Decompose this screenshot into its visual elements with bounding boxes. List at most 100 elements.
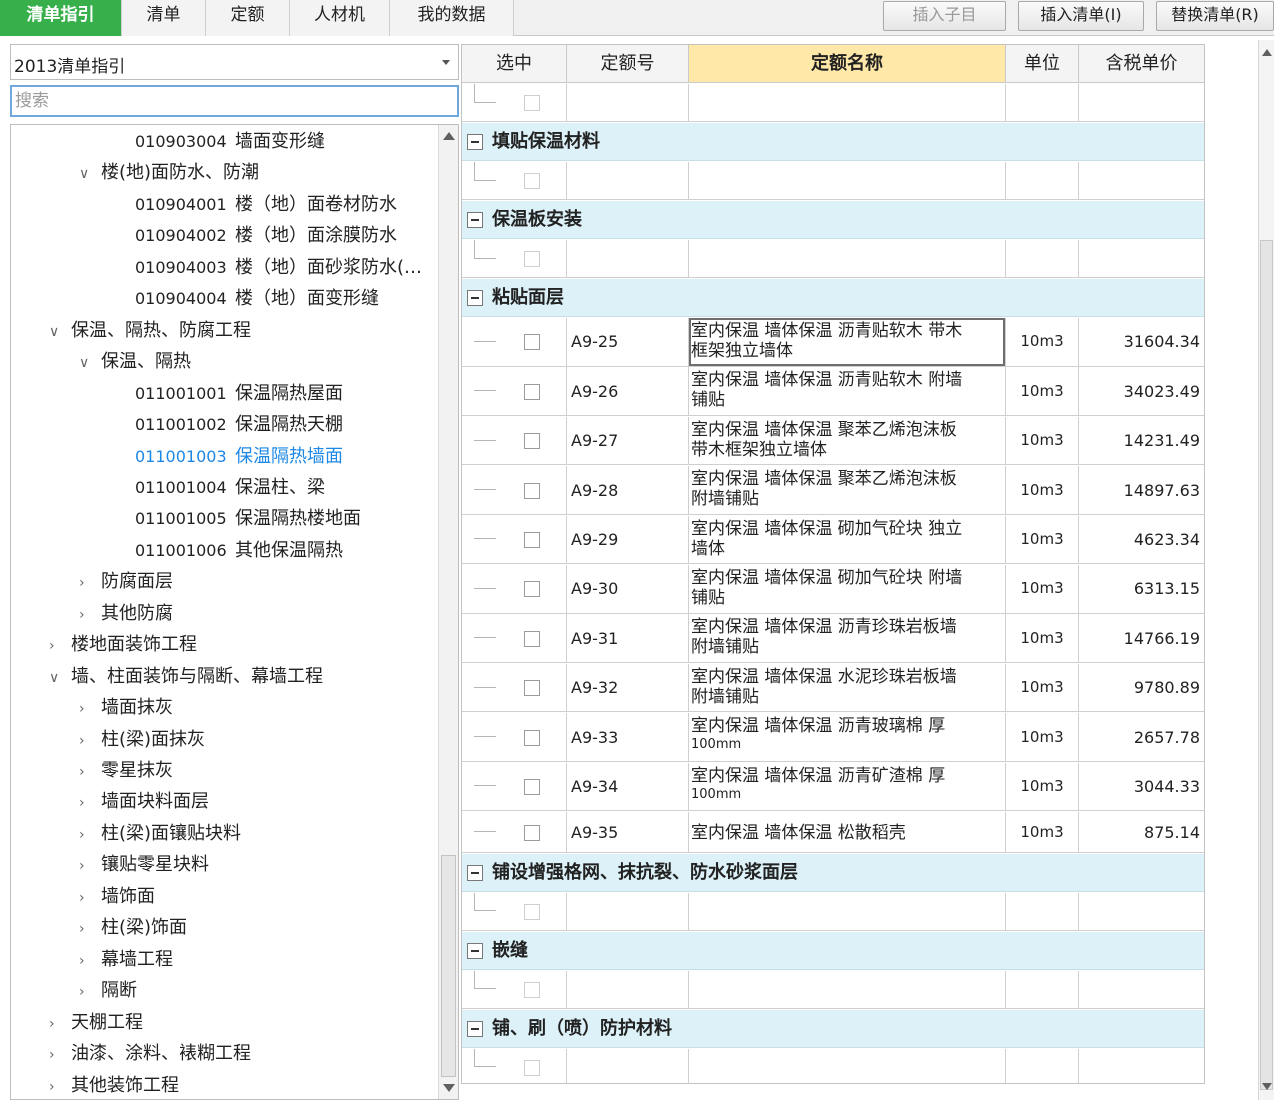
chevron-down-icon[interactable]: ∨ (49, 317, 71, 347)
table-row[interactable]: A9-32 室内保温 墙体保温 水泥珍珠岩板墙 附墙铺贴 10m3 9780.89 (462, 663, 1204, 713)
chevron-right-icon[interactable]: › (79, 977, 101, 1007)
tree-node[interactable]: 010904003 楼（地）面砂浆防水(… (135, 253, 422, 283)
select-checkbox[interactable] (524, 981, 540, 998)
price-cell[interactable]: 6313.15 (1079, 565, 1204, 614)
select-checkbox[interactable] (524, 173, 540, 189)
code-cell[interactable]: A9-29 (567, 515, 689, 565)
chevron-right-icon[interactable]: › (79, 757, 101, 787)
code-cell[interactable] (567, 892, 689, 931)
chevron-right-icon[interactable]: › (79, 694, 101, 724)
select-cell[interactable] (462, 762, 567, 812)
chevron-right-icon[interactable]: › (79, 820, 101, 850)
price-cell[interactable] (1079, 162, 1204, 200)
tree-node[interactable]: 010904002 楼（地）面涂膜防水 (135, 221, 397, 251)
tree-node[interactable]: › 墙面抹灰 (79, 693, 173, 723)
tree-node[interactable]: › 楼地面装饰工程 (49, 630, 197, 660)
name-cell[interactable]: 室内保温 墙体保温 砌加气砼块 独立 墙体 (689, 515, 1006, 565)
unit-cell[interactable]: 10m3 (1006, 812, 1079, 853)
tree-node[interactable]: › 其他防腐 (79, 599, 173, 629)
tree-node[interactable]: ∨ 墙、柱面装饰与隔断、幕墙工程 (49, 662, 323, 692)
name-cell[interactable] (689, 240, 1006, 278)
tree-scrollbar[interactable] (438, 125, 458, 1099)
tab-labor-material-machine[interactable]: 人材机 (290, 0, 390, 36)
table-row[interactable]: A9-35 室内保温 墙体保温 松散稻壳 10m3 875.14 (462, 812, 1204, 853)
scroll-up-icon[interactable] (1262, 49, 1272, 56)
code-cell[interactable]: A9-31 (567, 614, 689, 664)
select-checkbox[interactable] (524, 383, 540, 400)
price-cell[interactable]: 9780.89 (1079, 664, 1204, 713)
chevron-right-icon[interactable]: › (79, 726, 101, 756)
code-cell[interactable]: A9-32 (567, 663, 689, 713)
price-cell[interactable]: 4623.34 (1079, 516, 1204, 565)
select-cell[interactable] (462, 240, 567, 278)
collapse-icon[interactable] (467, 942, 483, 959)
code-cell[interactable]: A9-30 (567, 565, 689, 614)
chevron-right-icon[interactable]: › (49, 1040, 71, 1070)
name-cell[interactable]: 室内保温 墙体保温 砌加气砼块 附墙 铺贴 (689, 565, 1006, 614)
code-cell[interactable] (567, 84, 689, 122)
select-cell[interactable] (462, 812, 567, 853)
unit-cell[interactable] (1006, 1048, 1079, 1083)
empty-row[interactable] (462, 892, 1204, 931)
header-quota-name[interactable]: 定额名称 (689, 45, 1006, 83)
table-row[interactable]: A9-34 室内保温 墙体保温 沥青矿渣棉 厚 100mm 10m3 3044.33 (462, 762, 1204, 812)
select-cell[interactable] (462, 663, 567, 713)
group-row[interactable]: 填贴保温材料 (462, 123, 1204, 161)
tree-node[interactable]: › 天棚工程 (49, 1008, 143, 1038)
header-quota-code[interactable]: 定额号 (567, 45, 689, 83)
tree-node[interactable]: › 柱(梁)面抹灰 (79, 725, 205, 755)
select-checkbox[interactable] (524, 903, 540, 920)
name-cell[interactable] (689, 1048, 1006, 1083)
select-cell[interactable] (462, 1048, 567, 1083)
select-cell[interactable] (462, 713, 567, 762)
code-cell[interactable] (567, 162, 689, 200)
tab-list-guide[interactable]: 清单指引 (0, 0, 122, 36)
tree-node[interactable]: › 镶贴零星块料 (79, 850, 209, 880)
select-cell[interactable] (462, 892, 567, 931)
price-cell[interactable] (1079, 84, 1204, 122)
select-checkbox[interactable] (524, 433, 540, 450)
header-tax-included-price[interactable]: 含税单价 (1079, 45, 1204, 83)
name-cell[interactable] (689, 162, 1006, 200)
group-row[interactable]: 铺、刷（喷）防护材料 (462, 1009, 1204, 1048)
select-cell[interactable] (462, 367, 567, 417)
page-scroll-thumb[interactable] (1260, 240, 1273, 1090)
collapse-icon[interactable] (467, 864, 483, 881)
tree-node[interactable]: › 其他装饰工程 (49, 1071, 179, 1100)
unit-cell[interactable] (1006, 84, 1079, 122)
unit-cell[interactable]: 10m3 (1006, 515, 1079, 565)
tree-node[interactable]: › 隔断 (79, 976, 137, 1006)
replace-list-button[interactable]: 替换清单(R) (1156, 1, 1274, 31)
name-cell[interactable]: 室内保温 墙体保温 沥青贴软木 附墙 铺贴 (689, 367, 1006, 417)
empty-row[interactable] (462, 970, 1204, 1009)
select-cell[interactable] (462, 416, 567, 466)
code-cell[interactable]: A9-33 (567, 713, 689, 762)
code-cell[interactable]: A9-35 (567, 812, 689, 853)
unit-cell[interactable]: 10m3 (1006, 762, 1079, 812)
header-unit[interactable]: 单位 (1006, 45, 1079, 83)
price-cell[interactable] (1079, 240, 1204, 278)
unit-cell[interactable] (1006, 892, 1079, 931)
tree-node[interactable]: ∨ 保温、隔热 (79, 347, 191, 377)
code-cell[interactable]: A9-34 (567, 762, 689, 812)
name-cell[interactable]: 室内保温 墙体保温 松散稻壳 (689, 812, 1006, 853)
header-selected[interactable]: 选中 (462, 45, 567, 83)
group-row[interactable]: 铺设增强格网、抹抗裂、防水砂浆面层 (462, 853, 1204, 892)
select-cell[interactable] (462, 466, 567, 515)
name-cell[interactable]: 室内保温 墙体保温 水泥珍珠岩板墙 附墙铺贴 (689, 663, 1006, 713)
unit-cell[interactable]: 10m3 (1006, 318, 1079, 367)
chevron-down-icon[interactable]: ∨ (49, 663, 71, 693)
code-cell[interactable] (567, 1048, 689, 1083)
chevron-right-icon[interactable]: › (79, 788, 101, 818)
chevron-right-icon[interactable]: › (49, 1009, 71, 1039)
tree-node[interactable]: 011001006 其他保温隔热 (135, 536, 343, 566)
tree-node[interactable]: › 油漆、涂料、裱糊工程 (49, 1039, 251, 1069)
tree-node[interactable]: 010903004 墙面变形缝 (135, 127, 325, 157)
empty-row[interactable] (462, 162, 1204, 200)
select-cell[interactable] (462, 318, 567, 367)
select-checkbox[interactable] (524, 482, 540, 499)
price-cell[interactable]: 14231.49 (1079, 417, 1204, 466)
page-scrollbar[interactable] (1258, 40, 1274, 1100)
empty-row[interactable] (462, 1048, 1204, 1083)
code-cell[interactable]: A9-28 (567, 466, 689, 515)
